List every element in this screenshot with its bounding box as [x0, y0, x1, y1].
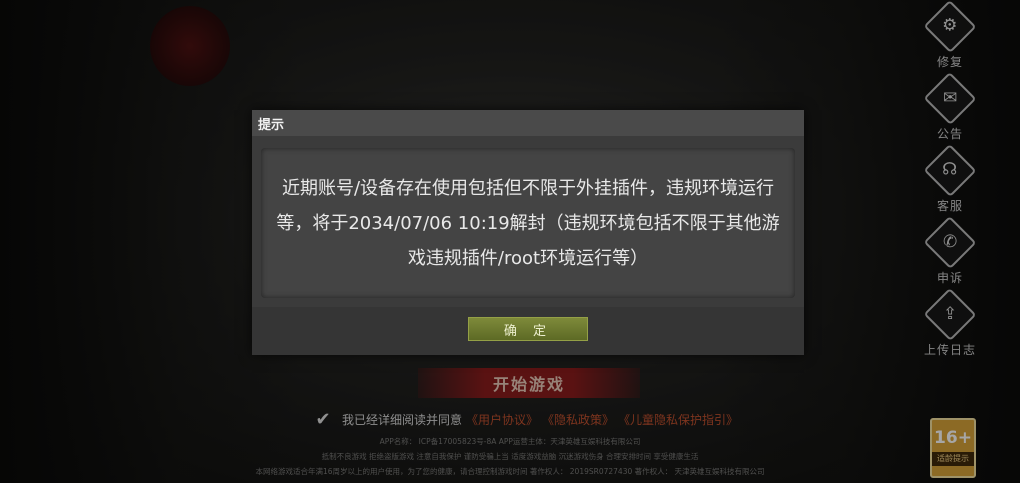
confirm-button[interactable]: 确 定 — [468, 317, 588, 341]
dialog-header: 提示 — [252, 110, 804, 136]
dialog-footer: 确 定 — [252, 307, 804, 355]
dialog-body: 近期账号/设备存在使用包括但不限于外挂插件，违规环境运行等，将于2034/07/… — [261, 148, 795, 298]
dialog-message: 近期账号/设备存在使用包括但不限于外挂插件，违规环境运行等，将于2034/07/… — [276, 177, 780, 269]
dialog-title: 提示 — [258, 117, 285, 133]
ban-notice-dialog: 提示 近期账号/设备存在使用包括但不限于外挂插件，违规环境运行等，将于2034/… — [252, 110, 804, 355]
